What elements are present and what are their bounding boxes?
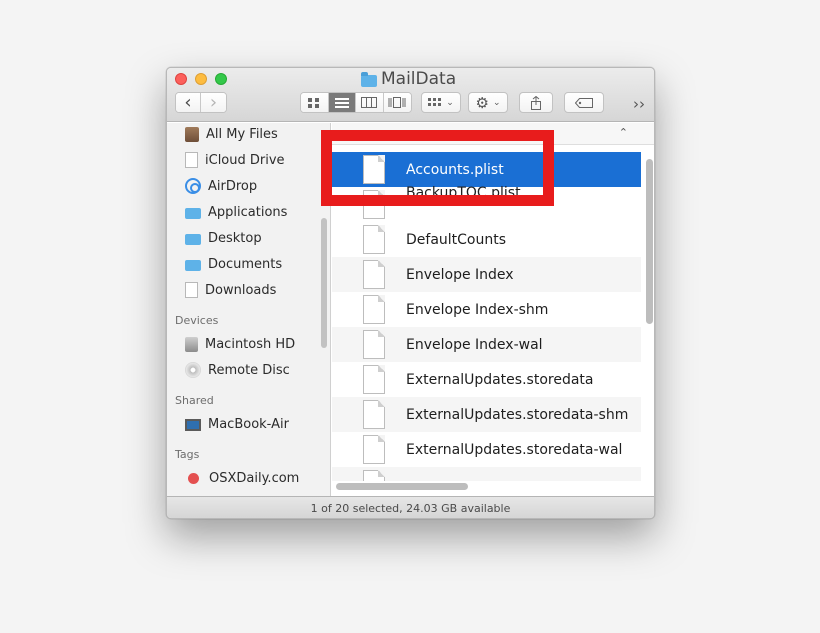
sidebar-item-label: Desktop — [208, 230, 262, 246]
sidebar: All My Files iCloud Drive AirDrop Applic… — [167, 123, 331, 496]
window-title-text: MailData — [381, 69, 457, 89]
view-mode-control — [300, 92, 412, 113]
file-name: Envelope Index-wal — [406, 336, 543, 353]
sidebar-item-label: Documents — [208, 256, 283, 272]
document-icon — [363, 470, 385, 481]
file-row-partial[interactable] — [332, 467, 641, 481]
document-icon — [363, 435, 385, 464]
hard-drive-icon — [185, 336, 198, 352]
back-button[interactable]: ‹ — [176, 92, 202, 113]
tags-button[interactable] — [564, 92, 604, 113]
all-files-icon — [185, 126, 199, 142]
arrange-button[interactable]: ⌄ — [421, 92, 461, 113]
file-name: ExternalUpdates.storedata — [406, 371, 594, 388]
file-row[interactable]: Envelope Index-wal — [332, 327, 641, 362]
file-row[interactable]: ExternalUpdates.storedata — [332, 362, 641, 397]
sidebar-item-downloads[interactable]: Downloads — [185, 280, 276, 300]
zoom-button[interactable] — [215, 73, 227, 85]
sidebar-item-all-my-files[interactable]: All My Files — [185, 124, 278, 144]
file-name: Envelope Index — [406, 266, 514, 283]
chevron-down-icon: ⌄ — [492, 97, 501, 108]
folder-icon — [185, 208, 201, 219]
sidebar-item-label: Downloads — [205, 282, 277, 298]
chevron-left-icon: ‹ — [184, 92, 192, 113]
folder-icon — [361, 71, 377, 87]
document-icon — [363, 295, 385, 324]
sidebar-item-desktop[interactable]: Desktop — [185, 228, 262, 248]
document-icon — [363, 260, 385, 289]
column-view-button[interactable] — [356, 93, 384, 112]
sidebar-item-label: Macintosh HD — [205, 336, 296, 352]
sidebar-item-applications[interactable]: Applications — [185, 202, 287, 222]
sidebar-item-label: OSXDaily.com — [209, 470, 300, 486]
share-icon — [531, 95, 541, 110]
list-view-icon — [334, 97, 349, 108]
file-row[interactable]: Envelope Index — [332, 257, 641, 292]
sidebar-item-label: iCloud Drive — [205, 152, 285, 168]
grid-icon — [428, 97, 442, 106]
file-row[interactable]: ExternalUpdates.storedata-wal — [332, 432, 641, 467]
sidebar-item-label: Applications — [208, 204, 288, 220]
sidebar-scrollbar[interactable] — [321, 218, 327, 348]
sidebar-item-macintosh-hd[interactable]: Macintosh HD — [185, 334, 295, 354]
horizontal-scrollbar[interactable] — [336, 483, 468, 490]
sidebar-item-documents[interactable]: Documents — [185, 254, 282, 274]
sidebar-item-macbook-air[interactable]: MacBook-Air — [185, 414, 289, 434]
monitor-icon — [185, 419, 201, 431]
tag-icon — [575, 97, 593, 108]
sidebar-item-label: Remote Disc — [208, 362, 290, 378]
window-title: MailData — [361, 69, 456, 89]
folder-icon — [185, 260, 201, 271]
minimize-button[interactable] — [195, 73, 207, 85]
airdrop-icon — [185, 178, 201, 194]
sidebar-item-icloud-drive[interactable]: iCloud Drive — [185, 150, 285, 170]
chevron-right-icon: › — [209, 92, 218, 113]
sidebar-header-devices: Devices — [175, 314, 219, 327]
sidebar-item-tag-osxdaily[interactable]: OSXDaily.com — [185, 468, 299, 488]
chevron-down-icon: ⌄ — [446, 97, 454, 108]
status-text: 1 of 20 selected, 24.03 GB available — [310, 502, 511, 515]
sidebar-header-shared: Shared — [175, 394, 214, 407]
file-name: Envelope Index-shm — [406, 301, 549, 318]
document-icon — [185, 282, 198, 298]
document-icon — [185, 152, 198, 168]
disc-icon — [185, 362, 201, 378]
back-forward-control: ‹ › — [175, 92, 227, 113]
file-name: ExternalUpdates.storedata-wal — [406, 441, 623, 458]
forward-button[interactable]: › — [201, 93, 226, 112]
coverflow-view-icon — [388, 97, 406, 108]
document-icon — [363, 365, 385, 394]
tag-color-dot — [188, 472, 199, 484]
document-icon — [363, 225, 385, 254]
sidebar-item-airdrop[interactable]: AirDrop — [185, 176, 257, 196]
title-bar: MailData ‹ › ⌄ ⚙ ⌄ ›› — [167, 68, 654, 122]
column-view-icon — [361, 97, 378, 108]
sidebar-item-remote-disc[interactable]: Remote Disc — [185, 360, 290, 380]
close-button[interactable] — [175, 73, 187, 85]
file-row[interactable]: DefaultCounts — [332, 222, 641, 257]
double-chevron-right-icon[interactable]: ›› — [633, 95, 645, 113]
file-row[interactable]: Envelope Index-shm — [332, 292, 641, 327]
status-bar: 1 of 20 selected, 24.03 GB available — [167, 496, 654, 518]
vertical-scrollbar[interactable] — [646, 159, 653, 324]
file-name: ExternalUpdates.storedata-shm — [406, 406, 629, 423]
document-icon — [363, 330, 385, 359]
folder-icon — [185, 234, 201, 245]
sidebar-header-tags: Tags — [175, 448, 200, 461]
sort-ascending-icon: ⌃ — [618, 126, 628, 139]
icon-view-icon — [308, 97, 320, 108]
icon-view-button[interactable] — [301, 93, 329, 112]
highlight-annotation-box — [321, 130, 554, 206]
sidebar-item-label: All My Files — [206, 126, 278, 142]
file-name: DefaultCounts — [406, 231, 507, 248]
list-view-button[interactable] — [328, 93, 356, 112]
sidebar-item-label: MacBook-Air — [208, 416, 289, 432]
action-button[interactable]: ⚙ ⌄ — [468, 92, 508, 113]
sidebar-item-label: AirDrop — [208, 178, 258, 194]
document-icon — [363, 400, 385, 429]
gear-icon: ⚙ — [475, 93, 489, 112]
file-row[interactable]: ExternalUpdates.storedata-shm — [332, 397, 641, 432]
share-button[interactable] — [519, 92, 553, 113]
coverflow-view-button[interactable] — [383, 93, 411, 112]
